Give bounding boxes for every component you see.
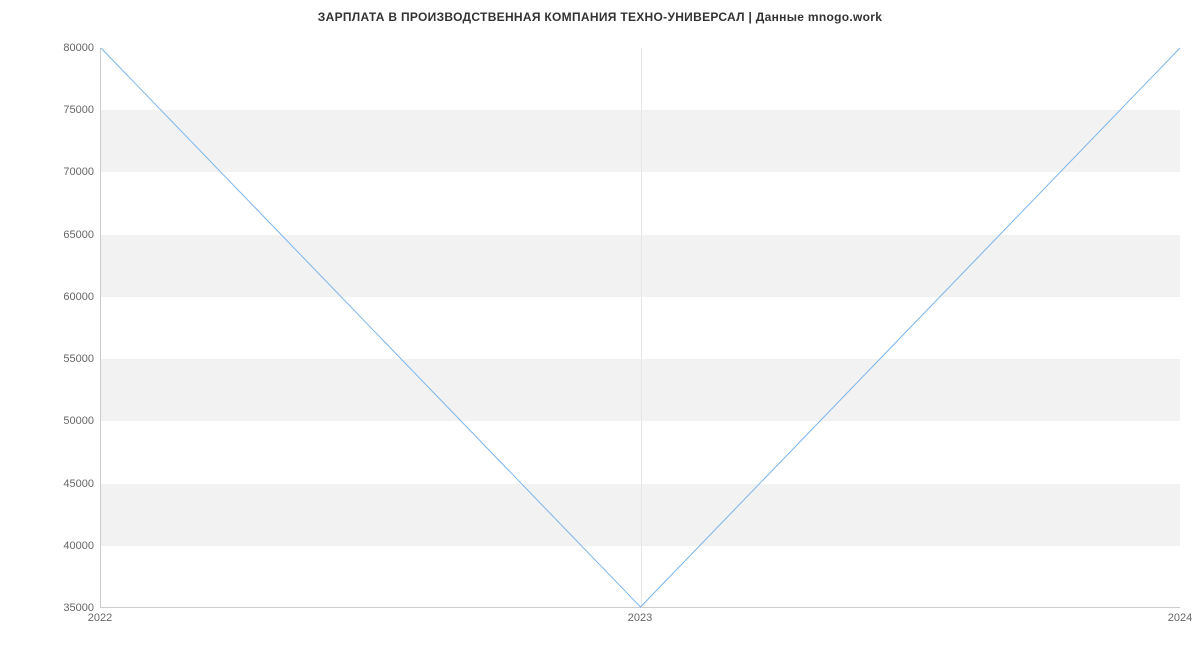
y-tick-label: 35000	[34, 602, 94, 614]
x-tick-label: 2024	[1168, 612, 1192, 624]
y-tick-label: 80000	[34, 42, 94, 54]
chart-title: ЗАРПЛАТА В ПРОИЗВОДСТВЕННАЯ КОМПАНИЯ ТЕХ…	[0, 0, 1200, 24]
y-tick-label: 45000	[34, 478, 94, 490]
plot-area	[100, 48, 1180, 608]
y-tick-label: 40000	[34, 540, 94, 552]
y-tick-label: 65000	[34, 229, 94, 241]
y-tick-label: 55000	[34, 353, 94, 365]
chart-container: ЗАРПЛАТА В ПРОИЗВОДСТВЕННАЯ КОМПАНИЯ ТЕХ…	[0, 0, 1200, 650]
series-line-salary	[101, 48, 1180, 607]
y-tick-label: 75000	[34, 104, 94, 116]
x-tick-label: 2023	[628, 612, 652, 624]
y-tick-label: 70000	[34, 166, 94, 178]
y-tick-label: 50000	[34, 415, 94, 427]
chart-svg	[101, 48, 1180, 607]
x-tick-label: 2022	[88, 612, 112, 624]
y-tick-label: 60000	[34, 291, 94, 303]
